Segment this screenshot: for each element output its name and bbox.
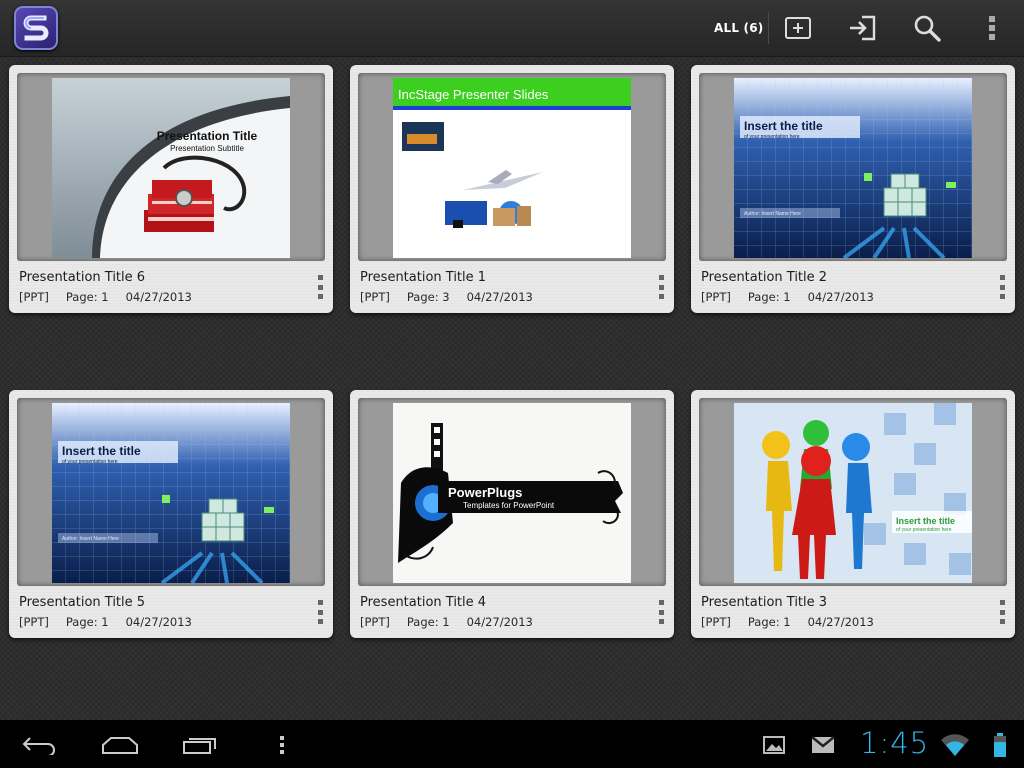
thumb-subheading: of your presentation here (744, 134, 800, 140)
thumb-heading: Insert the title (62, 444, 141, 458)
search-icon[interactable] (907, 8, 947, 48)
battery-icon (990, 732, 1010, 758)
file-type: [PPT] (360, 290, 390, 304)
action-bar-divider (768, 12, 769, 44)
home-icon[interactable] (100, 732, 140, 758)
modified-date: 04/27/2013 (125, 290, 192, 304)
app-logo-s-icon[interactable] (14, 6, 58, 50)
presentation-title: Presentation Title 5 (19, 595, 146, 610)
modified-date: 04/27/2013 (466, 615, 533, 629)
thumb-footer: Author: Insert Name Here (62, 536, 119, 542)
back-icon[interactable] (20, 732, 60, 758)
card-overflow-menu-icon[interactable] (656, 275, 666, 299)
presentation-card[interactable]: Insert the title of your presentation he… (691, 390, 1015, 638)
presentation-meta: [PPT] Page: 1 04/27/2013 (360, 615, 550, 629)
modified-date: 04/27/2013 (807, 615, 874, 629)
import-icon[interactable] (843, 8, 883, 48)
gallery-notification-icon[interactable] (760, 732, 788, 758)
page-count: Page: 1 (65, 290, 109, 304)
thumb-heading: Presentation Title (157, 129, 258, 143)
file-type: [PPT] (360, 615, 390, 629)
status-clock: 1:45 (860, 726, 930, 760)
modified-date: 04/27/2013 (125, 615, 192, 629)
thumbnail-frame: IncStage Presenter Slides (358, 73, 666, 261)
file-type: [PPT] (701, 290, 731, 304)
recent-apps-icon[interactable] (180, 732, 220, 758)
thumb-subheading: of your presentation here (896, 527, 952, 533)
thumb-subheading: Presentation Subtitle (170, 144, 244, 153)
filter-all-dropdown[interactable]: ALL (6) (706, 16, 771, 40)
menu-icon[interactable] (272, 732, 292, 758)
thumbnail-frame: Insert the title of your presentation he… (699, 398, 1007, 586)
page-count: Page: 1 (406, 615, 450, 629)
thumbnail-frame: PowerPlugs Templates for PowerPoint (358, 398, 666, 586)
page-count: Page: 1 (65, 615, 109, 629)
page-count: Page: 1 (747, 290, 791, 304)
presentation-meta: [PPT] Page: 3 04/27/2013 (360, 290, 550, 304)
presentation-title: Presentation Title 1 (360, 270, 487, 285)
card-overflow-menu-icon[interactable] (315, 275, 325, 299)
presentation-title: Presentation Title 6 (19, 270, 146, 285)
gmail-notification-icon[interactable] (808, 732, 838, 758)
page-count: Page: 3 (406, 290, 450, 304)
presentation-title: Presentation Title 2 (701, 270, 828, 285)
presentation-title: Presentation Title 3 (701, 595, 828, 610)
slide-thumbnail[interactable]: IncStage Presenter Slides (393, 78, 631, 258)
card-overflow-menu-icon[interactable] (315, 600, 325, 624)
presentation-card[interactable]: Presentation Title Presentation Subtitle… (9, 65, 333, 313)
file-type: [PPT] (701, 615, 731, 629)
presentation-meta: [PPT] Page: 1 04/27/2013 (701, 615, 891, 629)
presentation-meta: [PPT] Page: 1 04/27/2013 (19, 290, 209, 304)
slide-thumbnail[interactable]: Insert the title of your presentation he… (734, 78, 972, 258)
file-type: [PPT] (19, 290, 49, 304)
modified-date: 04/27/2013 (807, 290, 874, 304)
slide-thumbnail[interactable]: Presentation Title Presentation Subtitle (52, 78, 290, 258)
slide-thumbnail[interactable]: Insert the title of your presentation he… (734, 403, 972, 583)
thumb-heading: Insert the title (896, 516, 955, 526)
presentation-title: Presentation Title 4 (360, 595, 487, 610)
presentation-card[interactable]: Insert the title of your presentation he… (691, 65, 1015, 313)
file-type: [PPT] (19, 615, 49, 629)
overflow-menu-icon[interactable] (972, 8, 1012, 48)
card-overflow-menu-icon[interactable] (997, 600, 1007, 624)
thumb-heading: PowerPlugs (448, 485, 522, 500)
slide-thumbnail[interactable]: PowerPlugs Templates for PowerPoint (393, 403, 631, 583)
thumb-heading: IncStage Presenter Slides (398, 87, 549, 102)
card-overflow-menu-icon[interactable] (656, 600, 666, 624)
page-count: Page: 1 (747, 615, 791, 629)
slide-thumbnail[interactable]: Insert the title of your presentation he… (52, 403, 290, 583)
thumb-subheading: Templates for PowerPoint (463, 501, 555, 510)
thumbnail-frame: Insert the title of your presentation he… (699, 73, 1007, 261)
presentation-card[interactable]: IncStage Presenter Slides Presentation T… (350, 65, 674, 313)
presentation-card[interactable]: PowerPlugs Templates for PowerPoint Pres… (350, 390, 674, 638)
presentation-meta: [PPT] Page: 1 04/27/2013 (19, 615, 209, 629)
thumb-heading: Insert the title (744, 119, 823, 133)
presentation-card[interactable]: Insert the title of your presentation he… (9, 390, 333, 638)
thumb-subheading: of your presentation here (62, 459, 118, 465)
card-overflow-menu-icon[interactable] (997, 275, 1007, 299)
modified-date: 04/27/2013 (466, 290, 533, 304)
thumbnail-frame: Insert the title of your presentation he… (17, 398, 325, 586)
thumbnail-frame: Presentation Title Presentation Subtitle (17, 73, 325, 261)
presentation-meta: [PPT] Page: 1 04/27/2013 (701, 290, 891, 304)
wifi-icon (940, 732, 970, 758)
add-icon[interactable] (778, 8, 818, 48)
thumb-footer: Author: Insert Name Here (744, 211, 801, 217)
action-bar: ALL (6) (0, 0, 1024, 57)
